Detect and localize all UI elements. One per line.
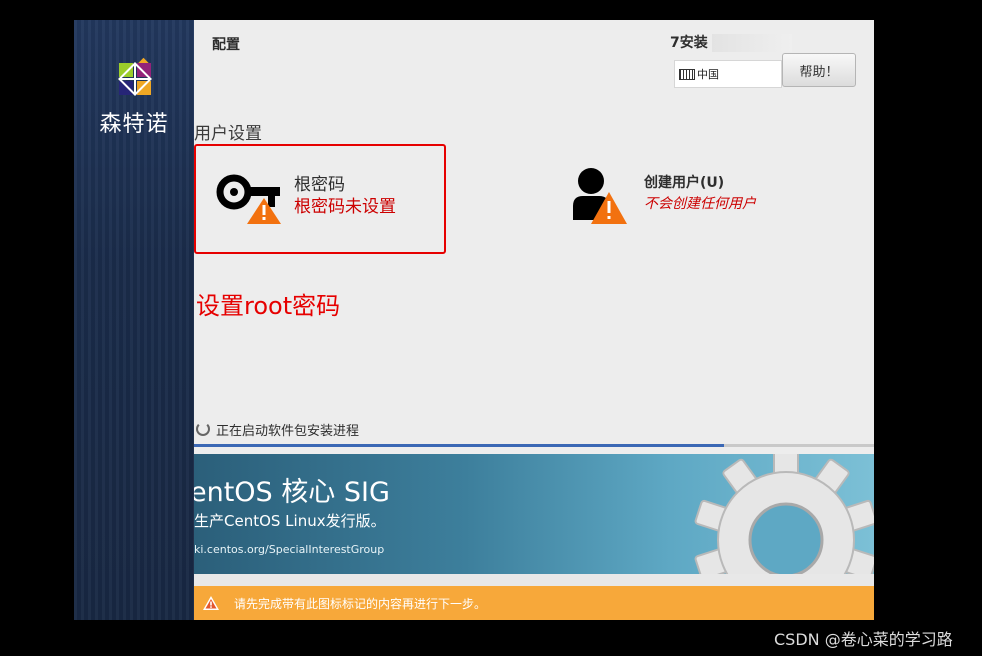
progress-bar-fill <box>194 444 725 447</box>
page-title: 配置 <box>212 37 240 53</box>
banner-link[interactable]: ki.centos.org/SpecialInterestGroup <box>194 543 384 556</box>
user-icon <box>573 168 627 224</box>
brand-name: 森特诺 <box>99 112 169 137</box>
centos-logo-icon <box>118 57 152 96</box>
highlight-box <box>194 144 446 254</box>
section-title: 用户设置 <box>194 124 262 144</box>
spinner-icon <box>196 422 210 436</box>
gear-icon <box>694 454 874 574</box>
blurred-region <box>711 34 792 52</box>
banner-divider <box>194 574 874 586</box>
warning-icon <box>203 596 219 610</box>
keyboard-layout-indicator[interactable]: 中国 <box>674 60 782 88</box>
help-button[interactable]: 帮助！ <box>782 53 856 87</box>
banner-title: entOS 核心 SIG <box>194 477 390 508</box>
watermark: CSDN @卷心菜的学习路 <box>774 630 953 649</box>
annotation-text: 设置root密码 <box>196 292 341 320</box>
progress-bar <box>194 444 874 447</box>
warning-text: 请先完成带有此图标标记的内容再进行下一步。 <box>234 597 487 611</box>
create-user-title: 创建用户(U) <box>644 175 725 191</box>
install-title-text: 7安装 <box>670 35 708 51</box>
keyboard-layout-label: 中国 <box>697 68 719 81</box>
main-panel: 配置 7安装 中国 帮助！ 用户设置 根密码 根密码未设置 创建用户(U) 不会… <box>194 20 874 620</box>
info-banner: entOS 核心 SIG 生产CentOS Linux发行版。 ki.cento… <box>194 454 874 574</box>
banner-description: 生产CentOS Linux发行版。 <box>194 512 386 530</box>
keyboard-icon <box>679 68 695 80</box>
progress-status-text: 正在启动软件包安装进程 <box>216 424 360 439</box>
create-user-status: 不会创建任何用户 <box>644 196 756 212</box>
install-title: 7安装 <box>670 32 792 52</box>
sidebar: 森特诺 <box>74 20 194 620</box>
warning-bar: 请先完成带有此图标标记的内容再进行下一步。 <box>194 586 874 620</box>
